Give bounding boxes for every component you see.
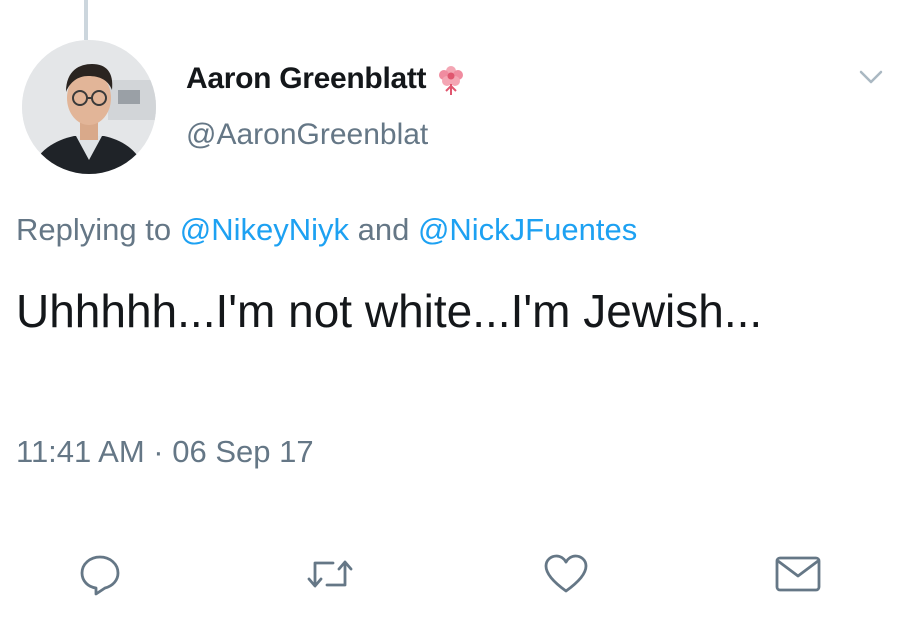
replying-to-line: Replying to @NikeyNiyk and @NickJFuentes: [16, 212, 637, 248]
author-display-name[interactable]: Aaron Greenblatt: [186, 62, 427, 96]
mention-link-nikeyniyk[interactable]: @NikeyNiyk: [180, 212, 349, 247]
replying-to-joiner: and: [348, 212, 418, 247]
flower-icon: [434, 62, 468, 96]
like-button[interactable]: [538, 546, 594, 602]
tweet-actions: [0, 546, 907, 602]
chevron-down-icon[interactable]: [856, 62, 886, 92]
reply-button[interactable]: [72, 546, 128, 602]
tweet-timestamp[interactable]: 11:41 AM · 06 Sep 17: [16, 434, 314, 470]
replying-to-prefix: Replying to: [16, 212, 180, 247]
like-icon: [542, 551, 590, 597]
tweet-text: Uhhhhh...I'm not white...I'm Jewish...: [16, 285, 763, 337]
mention-link-nickjfuentes[interactable]: @NickJFuentes: [418, 212, 637, 247]
share-dm-button[interactable]: [770, 546, 826, 602]
reply-icon: [77, 551, 123, 597]
share-dm-icon: [773, 552, 823, 596]
retweet-button[interactable]: [302, 546, 358, 602]
retweet-icon: [305, 551, 355, 597]
thread-connector-line: [84, 0, 88, 40]
avatar[interactable]: [22, 40, 156, 174]
author-handle[interactable]: @AaronGreenblat: [186, 118, 428, 152]
tweet-card: Aaron Greenblatt @AaronGreenblat Replyin…: [0, 0, 907, 624]
profile-photo: [22, 40, 156, 174]
author-name-row[interactable]: Aaron Greenblatt: [186, 62, 468, 96]
